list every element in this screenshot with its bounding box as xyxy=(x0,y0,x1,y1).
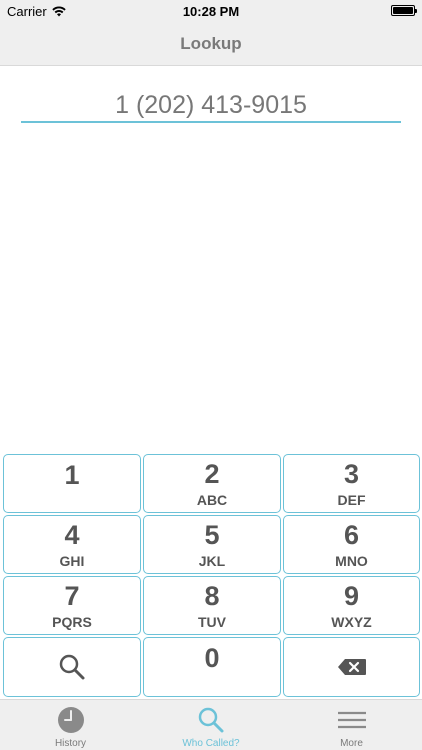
navigation-bar: Lookup xyxy=(0,22,422,66)
key-digit: 9 xyxy=(343,580,360,611)
page-title: Lookup xyxy=(180,33,242,53)
key-letters: DEF xyxy=(337,491,366,508)
key-digit: 8 xyxy=(204,580,220,611)
delete-button[interactable] xyxy=(283,637,420,697)
key-letters: GHI xyxy=(59,552,85,569)
key-letters: WXYZ xyxy=(331,613,372,630)
phone-number-display[interactable]: 1 (202) 413-9015 xyxy=(21,88,401,123)
lookup-screen: Carrier 10:28 PM Lookup 1 (202) 413-9015… xyxy=(0,0,422,750)
clock-icon xyxy=(57,707,84,733)
key-digit: 6 xyxy=(343,519,360,550)
tab-bar: History Who Called? More xyxy=(0,699,422,750)
key-7[interactable]: 7 PQRS xyxy=(3,576,141,635)
battery-icon xyxy=(391,5,417,16)
key-6[interactable]: 6 MNO xyxy=(283,515,420,574)
status-bar: Carrier 10:28 PM xyxy=(0,0,422,22)
menu-icon xyxy=(337,711,366,729)
search-icon xyxy=(59,654,85,680)
search-icon xyxy=(198,707,224,733)
key-5[interactable]: 5 JKL xyxy=(143,515,281,574)
key-letters: PQRS xyxy=(52,613,92,630)
key-3[interactable]: 3 DEF xyxy=(283,454,420,513)
key-digit: 7 xyxy=(64,580,80,611)
key-letters: TUV xyxy=(198,613,226,630)
key-0[interactable]: 0 xyxy=(143,637,281,697)
key-digit: 5 xyxy=(204,519,220,550)
key-digit: 1 xyxy=(64,460,80,490)
tab-label: Who Called? xyxy=(182,738,240,749)
key-2[interactable]: 2 ABC xyxy=(143,454,281,513)
key-digit: 0 xyxy=(204,643,220,673)
tab-history[interactable]: History xyxy=(0,700,141,750)
tab-who-called[interactable]: Who Called? xyxy=(141,700,281,750)
key-letters: JKL xyxy=(198,552,226,569)
dial-keypad: 1 2 ABC 3 DEF 4 GHI 5 JKL 6 MNO 7 PQRS 8… xyxy=(3,454,420,699)
key-letters: ABC xyxy=(196,491,228,508)
tab-more[interactable]: More xyxy=(281,700,422,750)
tab-label: History xyxy=(54,738,87,749)
key-1[interactable]: 1 xyxy=(3,454,141,513)
key-8[interactable]: 8 TUV xyxy=(143,576,281,635)
key-letters: MNO xyxy=(335,552,368,569)
key-digit: 3 xyxy=(343,458,360,489)
key-9[interactable]: 9 WXYZ xyxy=(283,576,420,635)
search-button[interactable] xyxy=(3,637,141,697)
tab-label: More xyxy=(340,738,363,749)
key-digit: 4 xyxy=(64,519,80,550)
status-time: 10:28 PM xyxy=(182,4,240,19)
key-digit: 2 xyxy=(204,458,220,489)
key-4[interactable]: 4 GHI xyxy=(3,515,141,574)
backspace-icon xyxy=(337,659,366,675)
